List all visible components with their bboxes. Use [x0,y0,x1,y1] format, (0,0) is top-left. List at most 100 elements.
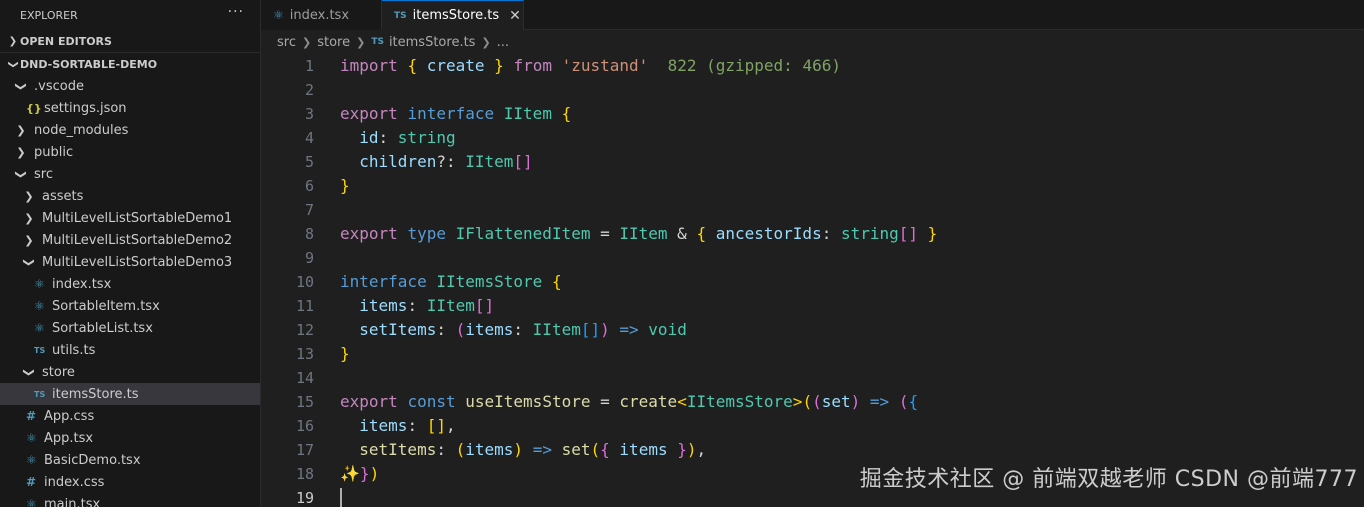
code-line[interactable]: 17 setItems: (items) => set({ items }), [261,438,1364,462]
line-number: 7 [304,201,314,219]
tree-item[interactable]: ❯ MultiLevelListSortableDemo2 [0,229,260,251]
line-number: 13 [295,345,314,363]
code-line[interactable]: 10 interface IItemsStore { [261,270,1364,294]
project-section[interactable]: ❯ DND-SORTABLE-DEMO [0,53,260,75]
react-icon: ⚛ [26,497,37,507]
tree-item[interactable]: ❯ assets [0,185,260,207]
text-cursor [340,488,342,507]
code-text: } [340,176,350,195]
close-icon[interactable]: ✕ [509,8,521,24]
tab-itemsstore-ts[interactable]: TS itemsStore.ts ✕ [382,0,524,30]
chevron-right-icon: ❯ [301,35,312,49]
tab-index-tsx[interactable]: ⚛ index.tsx [261,0,382,30]
explorer-header: EXPLORER ··· [0,0,260,30]
code-line[interactable]: 5 children?: IItem[] [261,150,1364,174]
open-editors-section[interactable]: ❯ OPEN EDITORS [0,30,260,52]
tree-item-label: index.tsx [52,276,112,292]
tree-item-label: SortableList.tsx [52,320,153,336]
react-icon: ⚛ [34,277,45,291]
code-line[interactable]: 12 setItems: (items: IItem[]) => void [261,318,1364,342]
tree-item-label: BasicDemo.tsx [44,452,141,468]
code-line[interactable]: 3 export interface IItem { [261,102,1364,126]
tree-item[interactable]: ❯ src [0,163,260,185]
tree-item-label: public [34,144,74,160]
breadcrumb-file[interactable]: itemsStore.ts [389,35,476,50]
breadcrumb-symbol[interactable]: ... [497,35,509,50]
line-number: 15 [295,393,314,411]
watermark: 掘金技术社区 @ 前端双越老师 CSDN @前端777 [859,467,1358,492]
code-line[interactable]: 1 import { create } from 'zustand' 822 (g… [261,54,1364,78]
tree-item[interactable]: ❯ node_modules [0,119,260,141]
tree-item[interactable]: ⚛ SortableItem.tsx [0,295,260,317]
react-icon: ⚛ [34,299,45,313]
css-icon: # [26,409,37,423]
tree-item[interactable]: ❯ .vscode [0,75,260,97]
chevron-right-icon: ❯ [356,35,366,49]
line-number: 3 [304,105,314,123]
code-line[interactable]: 9 [261,246,1364,270]
tree-item[interactable]: ❯ public [0,141,260,163]
tree-item-label: .vscode [34,78,84,94]
tree-item[interactable]: TS itemsStore.ts [0,383,260,405]
code-text: export interface IItem { [340,104,572,123]
line-number: 2 [304,81,314,99]
react-icon: ⚛ [26,431,37,445]
tree-item-label: SortableItem.tsx [52,298,160,314]
tree-item-label: utils.ts [52,342,96,358]
tree-item[interactable]: ❯ store [0,361,260,383]
explorer-sidebar: EXPLORER ··· ❯ OPEN EDITORS ❯ DND-SORTAB… [0,0,261,507]
line-number: 10 [295,273,314,291]
code-text: id: string [359,128,456,147]
chevron-down-icon: ❯ [22,367,36,377]
line-number: 9 [304,249,314,267]
typescript-icon: TS [34,389,46,399]
code-text: setItems: (items: IItem[]) => void [359,320,687,339]
chevron-right-icon: ❯ [24,189,34,203]
tree-item[interactable]: TS utils.ts [0,339,260,361]
tree-item[interactable]: ⚛ main.tsx [0,493,260,507]
code-text: export const useItemsStore = create<IIte… [340,392,919,411]
code-line[interactable]: 13} [261,342,1364,366]
code-line[interactable]: 6} [261,174,1364,198]
breadcrumb-store[interactable]: store [317,35,350,50]
code-line[interactable]: 14 [261,366,1364,390]
line-number: 14 [295,369,314,387]
css-icon: # [26,475,37,489]
code-line[interactable]: 15 export const useItemsStore = create<II… [261,390,1364,414]
line-number: 16 [295,417,314,435]
chevron-right-icon: ❯ [481,35,491,49]
tree-item[interactable]: ❯ MultiLevelListSortableDemo3 [0,251,260,273]
tree-item[interactable]: ⚛ BasicDemo.tsx [0,449,260,471]
code-line[interactable]: 11 items: IItem[] [261,294,1364,318]
code-line[interactable]: 2 [261,78,1364,102]
code-text: ✨}) [340,464,380,483]
tab-bar: ⚛ index.tsx TS itemsStore.ts ✕ [261,0,1364,30]
tree-item-label: MultiLevelListSortableDemo3 [42,254,233,270]
more-actions-icon[interactable]: ··· [228,4,244,20]
tree-item-label: src [34,166,53,182]
line-number: 11 [295,297,314,315]
code-line[interactable]: 8 export type IFlattenedItem = IItem & { … [261,222,1364,246]
tree-item[interactable]: ❯ MultiLevelListSortableDemo1 [0,207,260,229]
tree-item[interactable]: # App.css [0,405,260,427]
tree-item-label: MultiLevelListSortableDemo2 [42,232,233,248]
typescript-icon: TS [34,345,46,355]
code-line[interactable]: 16 items: [], [261,414,1364,438]
code-editor[interactable]: 1 import { create } from 'zustand' 822 (g… [261,54,1364,507]
breadcrumb: src ❯ store ❯ TS itemsStore.ts ❯ ... [261,30,1364,54]
code-line[interactable]: 4 id: string [261,126,1364,150]
explorer-title: EXPLORER [20,8,78,22]
tree-item[interactable]: {} settings.json [0,97,260,119]
tree-item[interactable]: ⚛ index.tsx [0,273,260,295]
tree-item-label: itemsStore.ts [52,386,139,402]
breadcrumb-src[interactable]: src [277,35,296,50]
tab-label: itemsStore.ts [412,8,500,23]
line-number: 1 [304,57,314,75]
tree-item-label: assets [42,188,84,204]
tree-item[interactable]: ⚛ App.tsx [0,427,260,449]
tree-item[interactable]: ⚛ SortableList.tsx [0,317,260,339]
chevron-right-icon: ❯ [16,145,26,159]
code-text: interface IItemsStore { [340,272,562,291]
tree-item[interactable]: # index.css [0,471,260,493]
code-line[interactable]: 7 [261,198,1364,222]
